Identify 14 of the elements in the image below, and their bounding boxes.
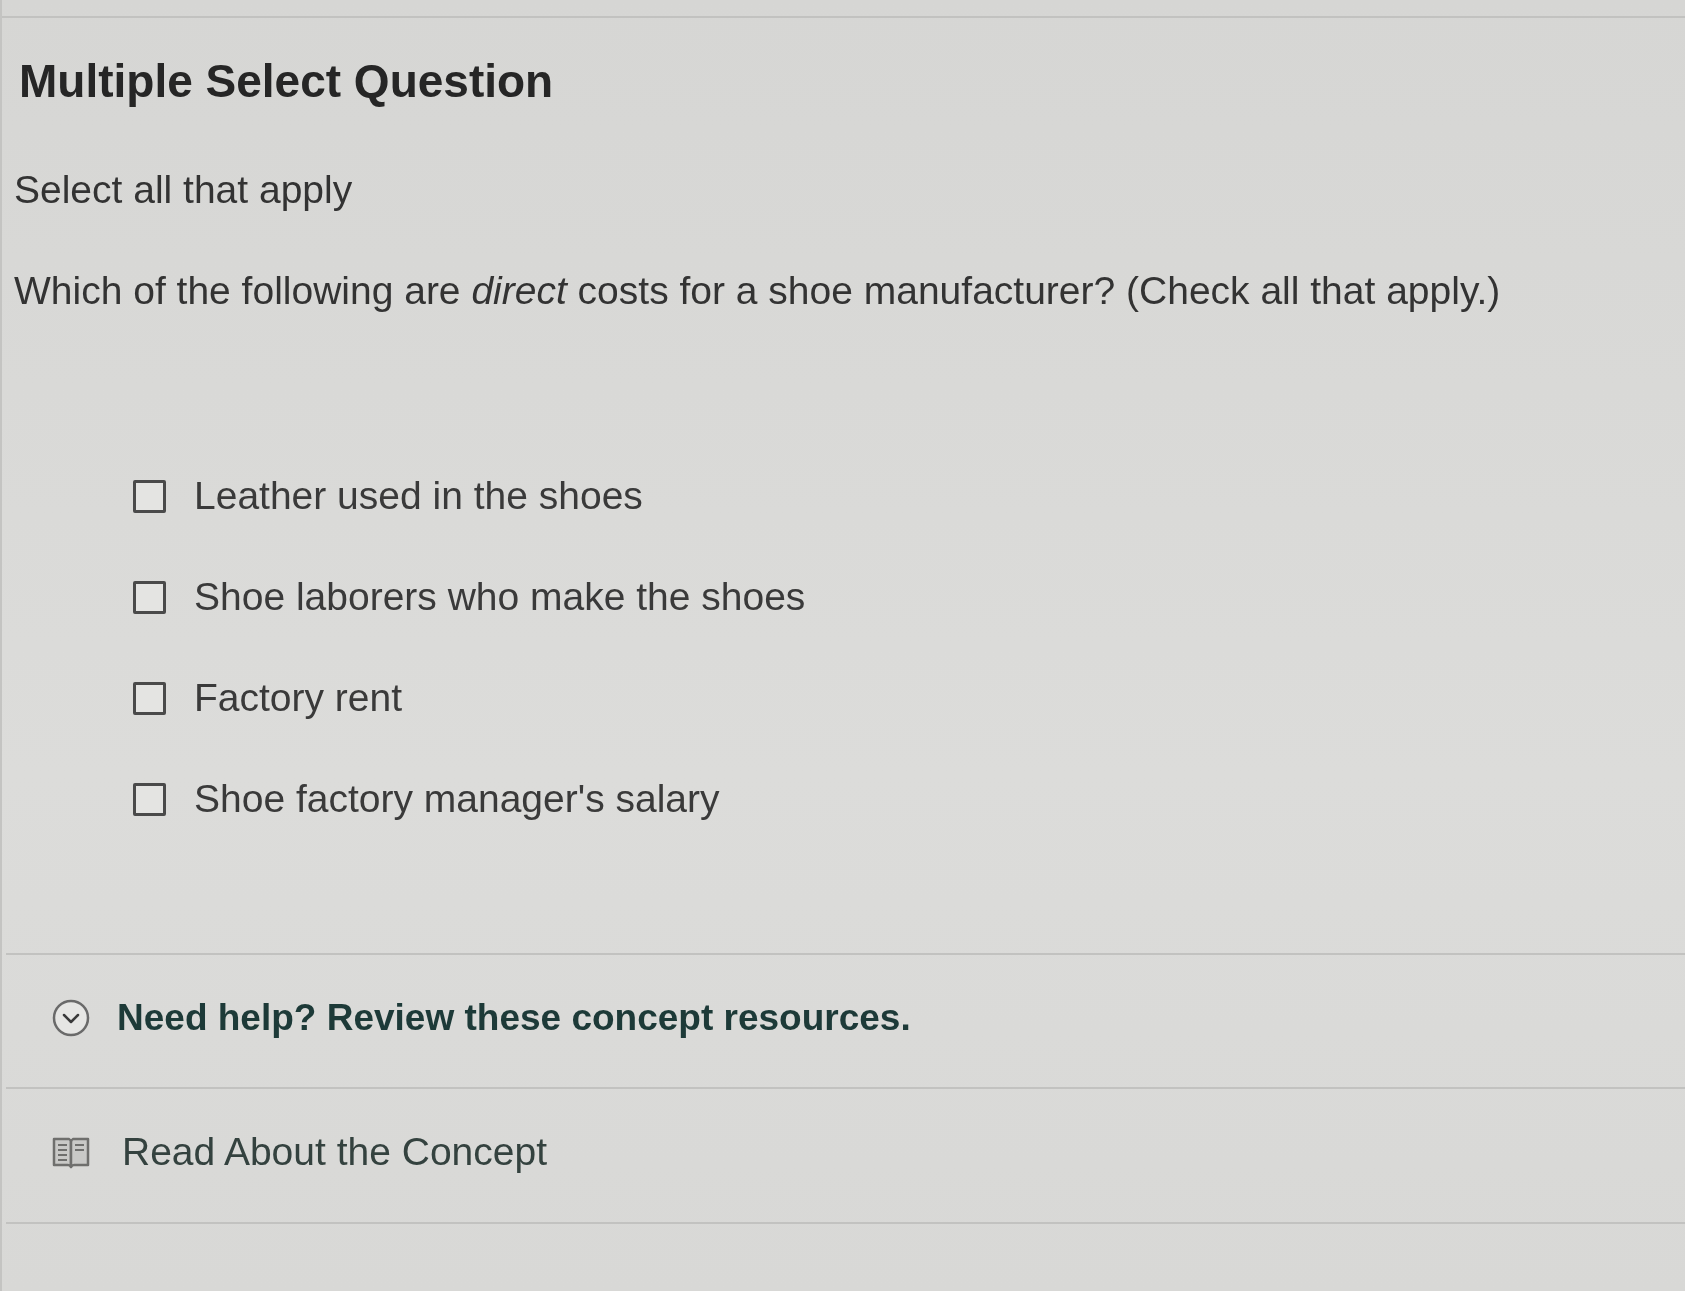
question-title: Multiple Select Question [19,54,554,108]
checkbox[interactable] [133,681,166,715]
option-label: Factory rent [194,675,403,721]
instruction-text: Select all that apply [14,167,353,213]
option-label: Shoe factory manager's salary [194,776,720,822]
option-label: Shoe laborers who make the shoes [194,574,806,620]
book-icon [52,1135,90,1169]
resource-link[interactable]: Read About the Concept [52,1128,547,1176]
help-toggle[interactable]: Need help? Review these concept resources. [52,994,911,1042]
question-text: Which of the following are direct costs for a shoe manufacturer? (Check all that apply.) [14,268,1501,314]
checkbox[interactable] [133,580,166,614]
checkbox[interactable] [133,782,166,816]
option-label: Leather used in the shoes [194,473,643,519]
checkbox[interactable] [133,479,166,513]
